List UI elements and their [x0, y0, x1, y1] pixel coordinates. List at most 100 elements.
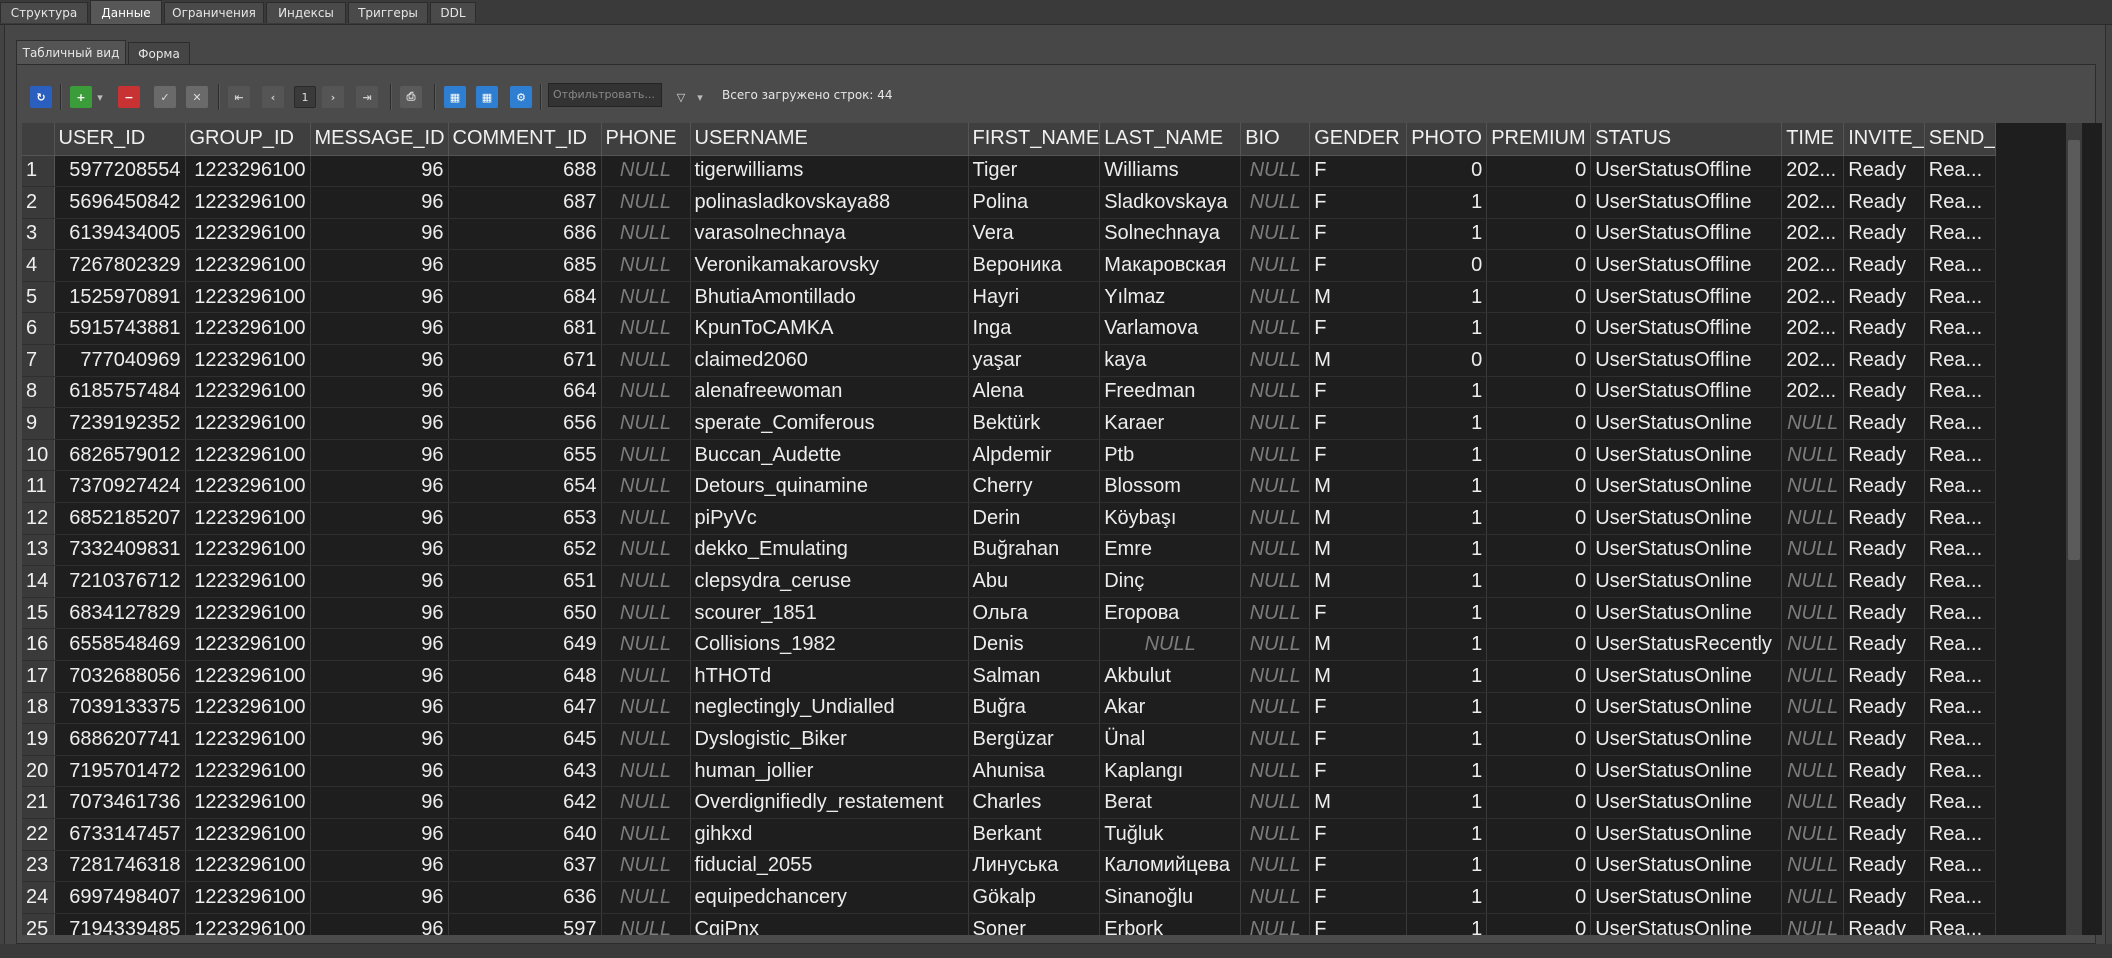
cell-premium[interactable]: 0 — [1486, 534, 1592, 567]
table-row[interactable]: 3 6139434005 1223296100 96 686 NULL varasolnec… — [22, 218, 1997, 251]
cell-invite[interactable]: Ready — [1843, 755, 1925, 788]
cell-user-id[interactable]: 6733147457 — [54, 818, 186, 851]
cell-first-name[interactable]: Hayri — [968, 281, 1101, 314]
cell-time[interactable]: 202... — [1781, 281, 1845, 314]
cell-status[interactable]: UserStatusOnline — [1590, 660, 1783, 693]
cell-comment-id[interactable]: 649 — [448, 628, 602, 661]
cell-gender[interactable]: F — [1309, 881, 1408, 914]
table-row[interactable]: 23 7281746318 1223296100 96 637 NULL fiducial_… — [22, 850, 1997, 883]
table-row[interactable]: 8 6185757484 1223296100 96 664 NULL alenafreew… — [22, 376, 1997, 409]
cell-status[interactable]: UserStatusOnline — [1590, 565, 1783, 598]
cell-username[interactable]: tigerwilliams — [690, 155, 969, 188]
table-row[interactable]: 1 5977208554 1223296100 96 688 NULL tigerwilli… — [22, 155, 1997, 188]
cell-gender[interactable]: F — [1309, 818, 1408, 851]
cell-comment-id[interactable]: 650 — [448, 597, 602, 630]
cell-phone[interactable]: NULL — [601, 470, 691, 504]
column-header-time[interactable]: TIME — [1781, 123, 1845, 156]
cell-message-id[interactable]: 96 — [310, 344, 449, 377]
cell-user-id[interactable]: 7239192352 — [54, 407, 186, 440]
cell-message-id[interactable]: 96 — [310, 755, 449, 788]
cell-message-id[interactable]: 96 — [310, 502, 449, 535]
cell-premium[interactable]: 0 — [1486, 312, 1592, 346]
cell-first-name[interactable]: Alena — [968, 376, 1101, 409]
cell-comment-id[interactable]: 651 — [448, 565, 602, 598]
cell-first-name[interactable]: Buğra — [968, 692, 1101, 725]
cell-premium[interactable]: 0 — [1486, 186, 1592, 219]
cell-status[interactable]: UserStatusOnline — [1590, 439, 1783, 472]
table-row[interactable]: 15 6834127829 1223296100 96 650 NULL scourer_1… — [22, 597, 1997, 630]
cell-status[interactable]: UserStatusOffline — [1590, 218, 1783, 251]
cell-phone[interactable]: NULL — [601, 881, 691, 914]
cell-photo[interactable]: 1 — [1406, 850, 1488, 883]
cell-first-name[interactable]: Charles — [968, 786, 1101, 819]
cell-group-id[interactable]: 1223296100 — [185, 818, 311, 851]
cell-gender[interactable]: F — [1309, 407, 1408, 440]
cell-premium[interactable]: 0 — [1486, 470, 1592, 504]
cell-first-name[interactable]: Bergüzar — [968, 723, 1101, 756]
cell-invite[interactable]: Ready — [1843, 186, 1925, 219]
cell-invite[interactable]: Ready — [1843, 692, 1925, 725]
cell-first-name[interactable]: Soner — [968, 913, 1101, 935]
cell-user-id[interactable]: 7073461736 — [54, 786, 186, 819]
cell-gender[interactable]: M — [1309, 786, 1408, 819]
cell-last-name[interactable]: Sladkovskaya — [1099, 186, 1242, 219]
cell-premium[interactable]: 0 — [1486, 692, 1592, 725]
cell-message-id[interactable]: 96 — [310, 660, 449, 693]
cell-message-id[interactable]: 96 — [310, 439, 449, 472]
cell-first-name[interactable]: Polina — [968, 186, 1101, 219]
cell-bio[interactable]: NULL — [1240, 249, 1311, 282]
cell-gender[interactable]: F — [1309, 723, 1408, 756]
cell-gender[interactable]: F — [1309, 376, 1408, 409]
cell-phone[interactable]: NULL — [601, 281, 691, 314]
cell-user-id[interactable]: 7039133375 — [54, 692, 186, 725]
cell-first-name[interactable]: Линуська — [968, 850, 1101, 883]
cell-first-name[interactable]: Derin — [968, 502, 1101, 535]
cell-group-id[interactable]: 1223296100 — [185, 249, 311, 282]
cell-bio[interactable]: NULL — [1240, 281, 1311, 314]
scrollbar-thumb[interactable] — [2068, 140, 2080, 560]
cell-group-id[interactable]: 1223296100 — [185, 155, 311, 188]
cell-phone[interactable]: NULL — [601, 155, 691, 188]
cell-invite[interactable]: Ready — [1843, 470, 1925, 504]
cell-user-id[interactable]: 7370927424 — [54, 470, 186, 504]
cell-last-name[interactable]: Ünal — [1099, 723, 1242, 756]
cell-username[interactable]: alenafreewoman — [690, 376, 969, 409]
cell-bio[interactable]: NULL — [1240, 723, 1311, 756]
cell-premium[interactable]: 0 — [1486, 155, 1592, 188]
column-header-status[interactable]: STATUS — [1590, 123, 1783, 156]
cell-photo[interactable]: 1 — [1406, 312, 1488, 346]
cell-invite[interactable]: Ready — [1843, 344, 1925, 377]
cell-premium[interactable]: 0 — [1486, 755, 1592, 788]
import-icon[interactable]: ▦ — [476, 86, 498, 108]
table-row[interactable]: 14 7210376712 1223296100 96 651 NULL clepsydra… — [22, 565, 1997, 598]
cell-bio[interactable]: NULL — [1240, 218, 1311, 251]
cell-time[interactable]: NULL — [1781, 470, 1845, 504]
cell-time[interactable]: NULL — [1781, 407, 1845, 440]
cell-group-id[interactable]: 1223296100 — [185, 439, 311, 472]
cell-photo[interactable]: 1 — [1406, 281, 1488, 314]
cell-username[interactable]: neglectingly_Undialled — [690, 692, 969, 725]
cell-premium[interactable]: 0 — [1486, 281, 1592, 314]
cell-time[interactable]: NULL — [1781, 818, 1845, 851]
cell-send[interactable]: Rea... — [1924, 881, 1997, 914]
cell-send[interactable]: Rea... — [1924, 312, 1997, 346]
cell-phone[interactable]: NULL — [601, 850, 691, 883]
cell-group-id[interactable]: 1223296100 — [185, 692, 311, 725]
cell-premium[interactable]: 0 — [1486, 786, 1592, 819]
cell-invite[interactable]: Ready — [1843, 249, 1925, 282]
cell-user-id[interactable]: 7032688056 — [54, 660, 186, 693]
cell-comment-id[interactable]: 686 — [448, 218, 602, 251]
cell-comment-id[interactable]: 636 — [448, 881, 602, 914]
cell-user-id[interactable]: 7210376712 — [54, 565, 186, 598]
cell-username[interactable]: claimed2060 — [690, 344, 969, 377]
cell-user-id[interactable]: 5977208554 — [54, 155, 186, 188]
cell-photo[interactable]: 1 — [1406, 692, 1488, 725]
table-row[interactable]: 16 6558548469 1223296100 96 649 NULL Collision… — [22, 628, 1997, 661]
column-header-last-name[interactable]: LAST_NAME — [1099, 123, 1242, 156]
cell-photo[interactable]: 1 — [1406, 534, 1488, 567]
cell-premium[interactable]: 0 — [1486, 439, 1592, 472]
cell-time[interactable]: NULL — [1781, 850, 1845, 883]
cell-gender[interactable]: F — [1309, 439, 1408, 472]
cell-username[interactable]: Buccan_Audette — [690, 439, 969, 472]
cell-status[interactable]: UserStatusOnline — [1590, 755, 1783, 788]
